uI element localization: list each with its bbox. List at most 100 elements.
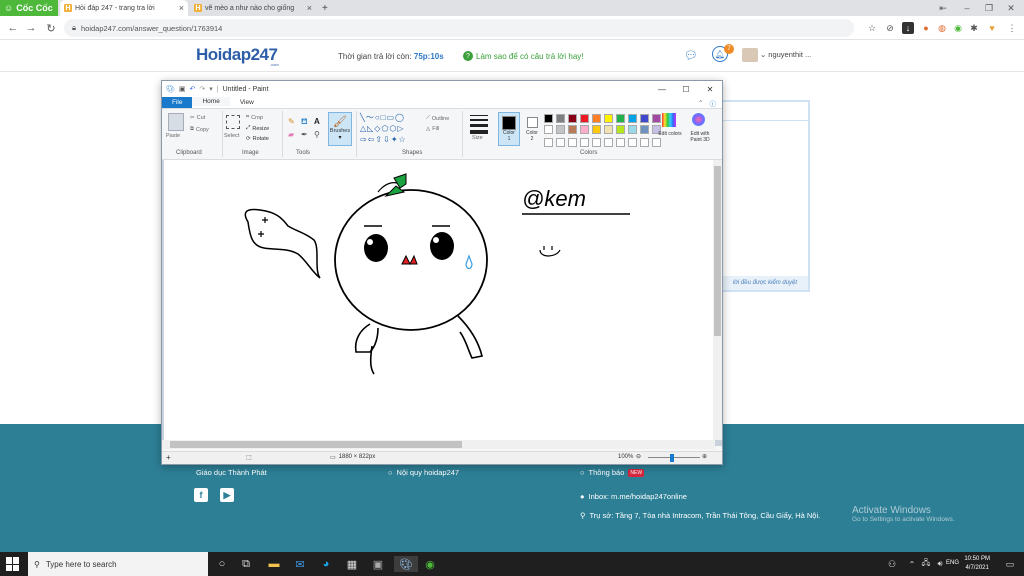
palette-swatch[interactable] [544,114,553,123]
empty-swatch[interactable] [568,138,577,147]
taskbar-search-input[interactable]: ⚲ Type here to search [28,552,208,576]
windows-start-icon[interactable] [6,557,20,571]
size-button[interactable] [470,115,488,134]
empty-swatch[interactable] [652,138,661,147]
rules-link[interactable]: ○ Nội quy hoidap247 [388,468,459,477]
fill-bucket-icon[interactable]: ⛾ [301,117,311,127]
polygon-shapes-icon[interactable]: △◺◇⬠⬡▷ [360,123,424,134]
menu-icon[interactable]: ⋮ [1006,22,1018,34]
minimize-icon[interactable]: – [956,0,978,16]
clock[interactable]: 10:50 PM 4/7/2021 [964,555,990,573]
magnifier-icon[interactable]: ⚲ [314,130,324,139]
paint3d-button[interactable]: Edit with Paint 3D [686,131,714,143]
forward-icon[interactable]: → [24,21,38,35]
url-input[interactable]: 🔒︎ hoidap247.com/answer_question/1763914 [64,19,854,37]
palette-swatch[interactable] [580,114,589,123]
store-icon[interactable]: ▦ [344,556,360,572]
paste-button[interactable]: Paste [166,133,180,139]
download-icon[interactable]: ↓ [902,22,914,34]
avatar[interactable] [742,48,758,62]
palette-swatch[interactable] [640,125,649,134]
horizontal-scrollbar[interactable] [162,440,715,449]
palette-swatch[interactable] [556,125,565,134]
reload-icon[interactable]: ↻ [44,21,58,35]
youtube-icon[interactable]: ▶ [220,488,234,502]
paint3d-icon[interactable] [692,113,705,126]
palette-swatch[interactable] [544,125,553,134]
extension-icon[interactable]: ◍ [936,22,948,34]
chat-icon[interactable]: 💬︎ [684,49,698,62]
palette-swatch[interactable] [592,114,601,123]
browser-brand-button[interactable]: ☺ Cốc Cốc [0,0,58,16]
paste-icon[interactable] [168,113,184,131]
file-explorer-icon[interactable]: ▬ [266,556,282,572]
empty-swatch[interactable] [580,138,589,147]
save-icon[interactable]: ▣ [179,85,186,93]
palette-swatch[interactable] [616,125,625,134]
mail-icon[interactable]: ✉ [292,556,308,572]
copy-button[interactable]: ⧉ Copy [190,126,209,133]
palette-swatch[interactable] [652,114,661,123]
empty-swatch[interactable] [628,138,637,147]
palette-swatch[interactable] [628,114,637,123]
tab-hoidap[interactable]: H Hỏi đáp 247 - trang tra lời × [60,0,188,16]
maximize-icon[interactable]: ☐ [674,81,698,97]
edit-colors-icon[interactable] [662,113,676,127]
facebook-icon[interactable]: f [194,488,208,502]
palette-swatch[interactable] [604,125,613,134]
scroll-thumb[interactable] [714,166,721,336]
howto-link[interactable]: ? Làm sao để có câu trả lời hay! [463,51,584,61]
star-icon[interactable]: ☆ [866,22,878,34]
rotate-button[interactable]: ⟳ Rotate [246,136,269,142]
notify-link[interactable]: ○ Thông báo NEW [580,468,645,477]
paint-titlebar[interactable]: 🎨︎ ▣ ↶ ↷ ▾ | Untitled - Paint [162,81,722,97]
empty-swatch[interactable] [604,138,613,147]
maximize-icon[interactable]: ❐ [978,0,1000,16]
coccoc-taskbar-icon[interactable]: ◉ [422,556,438,572]
answer-editor-box[interactable] [720,100,810,292]
empty-swatch[interactable] [616,138,625,147]
outline-button[interactable]: ⟋ Outline [426,115,449,122]
pencil-icon[interactable]: ✎ [288,117,298,127]
palette-swatch[interactable] [580,125,589,134]
palette-swatch[interactable] [568,125,577,134]
select-button[interactable]: Select [224,133,239,139]
inbox-link[interactable]: ● Inbox: m.me/hoidap247online [580,492,687,501]
zoom-in-icon[interactable]: ⊕ [702,453,707,460]
edit-colors-button[interactable]: Edit colors [658,131,682,137]
extension-icon[interactable]: ◉ [952,22,964,34]
zoom-slider-handle[interactable] [670,454,674,462]
palette-swatch[interactable] [604,114,613,123]
undo-icon[interactable]: ↶ [190,85,196,93]
select-icon[interactable] [226,115,240,129]
zoom-out-icon[interactable]: ⊖ [636,453,641,460]
cut-button[interactable]: ✂ Cut [190,115,205,121]
puzzle-icon[interactable]: ✱ [968,22,980,34]
scroll-thumb[interactable] [170,441,462,448]
vertical-scrollbar[interactable] [713,160,722,440]
crop-button[interactable]: ⌗ Crop [246,114,263,121]
language-indicator[interactable]: ENG [946,560,959,566]
close-window-icon[interactable]: ✕ [1000,0,1022,16]
resize-button[interactable]: ⤢ Resize [246,125,269,132]
site-logo[interactable]: Hoidap247 [196,45,278,65]
task-view-icon[interactable]: ⧉ [238,556,254,572]
collapse-ribbon-icon[interactable]: ⌃ [698,99,703,107]
close-tab-icon[interactable]: × [307,3,312,13]
paint-taskbar-icon[interactable]: 🎨︎ [394,556,418,572]
empty-swatch[interactable] [640,138,649,147]
edge-icon[interactable]: ◕ [318,556,334,572]
palette-swatch[interactable] [640,114,649,123]
empty-swatch[interactable] [592,138,601,147]
zoom-slider[interactable] [648,457,700,458]
user-menu[interactable]: ⌄ nguyenthit ... [760,50,811,59]
palette-swatch[interactable] [556,114,565,123]
extension-icon[interactable]: ♥ [986,22,998,34]
back-icon[interactable]: ← [6,21,20,35]
brushes-button[interactable]: 🖌︎ Brushes ▾ [328,112,352,146]
restore-icon[interactable]: ⇤ [932,0,954,16]
empty-swatch[interactable] [556,138,565,147]
tab-home[interactable]: Home [192,97,230,108]
close-window-icon[interactable]: ✕ [698,81,722,97]
color-picker-icon[interactable]: ✒ [301,130,311,139]
